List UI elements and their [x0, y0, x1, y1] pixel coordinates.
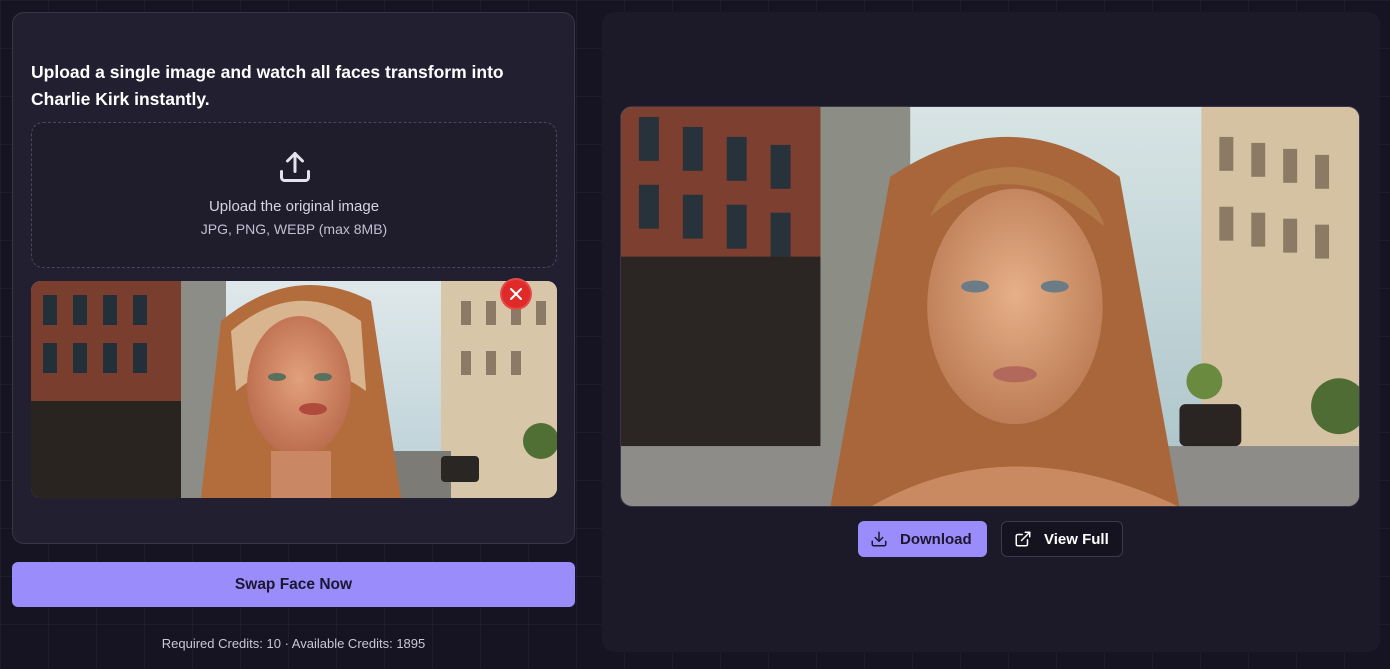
swap-face-button[interactable]: Swap Face Now — [12, 562, 575, 607]
result-panel: Download View Full — [602, 12, 1380, 652]
close-icon — [510, 288, 522, 300]
credits-info: Required Credits: 10 · Available Credits… — [161, 636, 426, 651]
upload-panel: Upload a single image and watch all face… — [12, 12, 575, 544]
dropzone-formats: JPG, PNG, WEBP (max 8MB) — [200, 221, 388, 237]
download-icon — [871, 531, 887, 547]
view-full-label: View Full — [1044, 530, 1109, 548]
dropzone-title: Upload the original image — [208, 198, 380, 215]
upload-headline: Upload a single image and watch all face… — [31, 62, 504, 109]
external-link-icon — [1015, 531, 1031, 547]
upload-icon — [280, 152, 310, 182]
view-full-button[interactable]: View Full — [1001, 521, 1123, 557]
download-label: Download — [900, 530, 972, 548]
remove-image-button[interactable] — [500, 278, 532, 310]
result-image[interactable] — [620, 106, 1360, 507]
street-portrait-image — [31, 281, 557, 498]
download-button[interactable]: Download — [858, 521, 987, 557]
upload-dropzone[interactable]: Upload the original image JPG, PNG, WEBP… — [31, 122, 557, 268]
swapped-face-image — [621, 107, 1359, 506]
uploaded-image-preview — [31, 281, 557, 498]
